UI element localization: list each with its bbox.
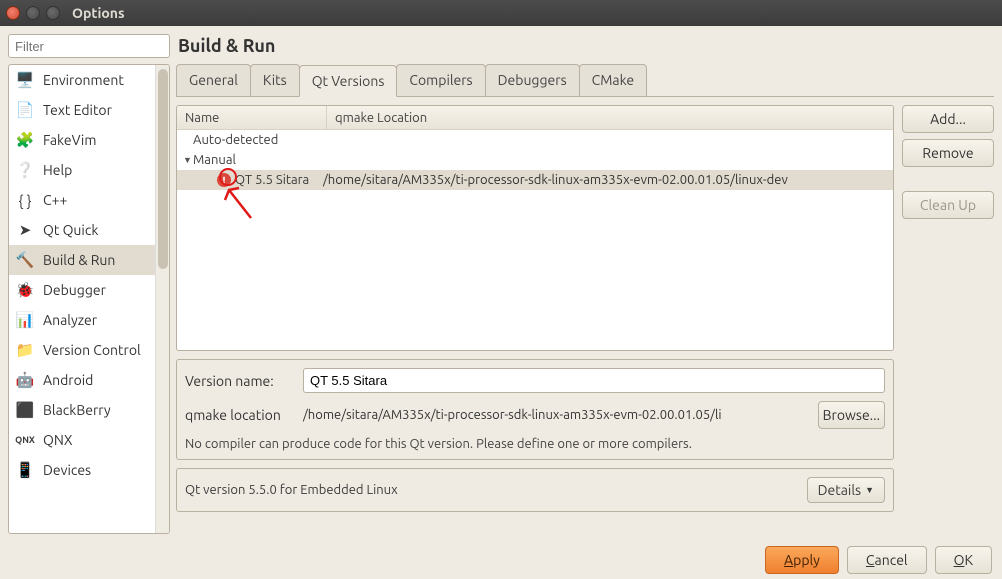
maximize-icon[interactable] <box>46 6 60 20</box>
tree-group-manual[interactable]: ▼ Manual <box>177 150 893 170</box>
sidebar-item-label: Version Control <box>43 342 141 358</box>
browse-button[interactable]: Browse... <box>818 401 885 429</box>
main-panel: Build & Run General Kits Qt Versions Com… <box>176 34 994 534</box>
sidebar-item-environment[interactable]: 🖥️ Environment <box>9 65 169 95</box>
close-icon[interactable] <box>6 6 20 20</box>
version-info-text: Qt version 5.5.0 for Embedded Linux <box>185 483 398 497</box>
sidebar-item-help[interactable]: ❔ Help <box>9 155 169 185</box>
tree-label: Manual <box>193 153 303 167</box>
tab-debuggers[interactable]: Debuggers <box>485 64 580 96</box>
error-icon <box>217 173 231 187</box>
vcs-icon: 📁 <box>15 340 35 360</box>
cursor-icon: ➤ <box>15 220 35 240</box>
sidebar-item-label: Qt Quick <box>43 222 98 238</box>
qmake-location-label: qmake location <box>185 407 295 423</box>
sidebar-item-analyzer[interactable]: 📊 Analyzer <box>9 305 169 335</box>
sidebar-item-label: Debugger <box>43 282 106 298</box>
tab-kits[interactable]: Kits <box>250 64 300 96</box>
sidebar-item-version-control[interactable]: 📁 Version Control <box>9 335 169 365</box>
cancel-button[interactable]: Cancel <box>847 546 927 574</box>
tabbar: General Kits Qt Versions Compilers Debug… <box>176 64 994 97</box>
version-form: Version name: qmake location /home/sitar… <box>176 359 894 460</box>
sidebar-item-cpp[interactable]: { } C++ <box>9 185 169 215</box>
monitor-icon: 🖥️ <box>15 70 35 90</box>
apply-button[interactable]: Apply <box>765 546 839 574</box>
sidebar-item-qtquick[interactable]: ➤ Qt Quick <box>9 215 169 245</box>
tree-item-name: QT 5.5 Sitara <box>235 173 323 187</box>
tab-cmake[interactable]: CMake <box>579 64 648 96</box>
sidebar-item-build-run[interactable]: 🔨 Build & Run <box>9 245 169 275</box>
help-icon: ❔ <box>15 160 35 180</box>
sidebar-item-label: Android <box>43 372 93 388</box>
tree-row-qt-sitara[interactable]: QT 5.5 Sitara /home/sitara/AM335x/ti-pro… <box>177 170 893 190</box>
sidebar-item-text-editor[interactable]: 📄 Text Editor <box>9 95 169 125</box>
chevron-down-icon: ▼ <box>865 485 874 495</box>
sidebar-item-label: Text Editor <box>43 102 112 118</box>
version-name-label: Version name: <box>185 373 295 389</box>
ok-button[interactable]: OK <box>935 546 992 574</box>
sidebar-item-label: FakeVim <box>43 132 96 148</box>
hammer-icon: 🔨 <box>15 250 35 270</box>
compiler-warning: No compiler can produce code for this Qt… <box>185 437 885 451</box>
braces-icon: { } <box>15 190 35 210</box>
tree-item-location: /home/sitara/AM335x/ti-processor-sdk-lin… <box>323 173 893 187</box>
sidebar-item-label: C++ <box>43 192 67 208</box>
col-qmake-location[interactable]: qmake Location <box>327 106 893 129</box>
sidebar-item-android[interactable]: 🤖 Android <box>9 365 169 395</box>
sidebar-item-qnx[interactable]: QNX QNX <box>9 425 169 455</box>
tree-label: Auto-detected <box>193 133 303 147</box>
tab-qt-versions[interactable]: Qt Versions <box>299 65 398 97</box>
add-button[interactable]: Add... <box>902 105 994 133</box>
page-title: Build & Run <box>176 34 994 64</box>
cleanup-button[interactable]: Clean Up <box>902 191 994 219</box>
sidebar-item-label: QNX <box>43 432 72 448</box>
qnx-icon: QNX <box>15 430 35 450</box>
blackberry-icon: ⬛ <box>15 400 35 420</box>
sidebar-item-debugger[interactable]: 🐞 Debugger <box>9 275 169 305</box>
sidebar: 🖥️ Environment 📄 Text Editor 🧩 FakeVim ❔ Hel… <box>8 34 170 534</box>
tab-general[interactable]: General <box>176 64 251 96</box>
remove-button[interactable]: Remove <box>902 139 994 167</box>
chevron-down-icon[interactable]: ▼ <box>183 155 193 165</box>
version-name-input[interactable] <box>303 368 885 393</box>
filter-input[interactable] <box>8 34 170 58</box>
dialog-footer: Apply Cancel OK <box>0 542 1002 578</box>
vim-icon: 🧩 <box>15 130 35 150</box>
qt-versions-tree[interactable]: Name qmake Location Auto-detected ▼ Manu… <box>176 105 894 351</box>
sidebar-item-blackberry[interactable]: ⬛ BlackBerry <box>9 395 169 425</box>
titlebar: Options <box>0 0 1002 26</box>
sidebar-item-label: Build & Run <box>43 252 115 268</box>
col-name[interactable]: Name <box>177 106 327 129</box>
sidebar-item-label: Devices <box>43 462 91 478</box>
window-title: Options <box>72 5 125 21</box>
tab-compilers[interactable]: Compilers <box>396 64 485 96</box>
details-button[interactable]: Details ▼ <box>807 477 885 503</box>
sidebar-item-label: BlackBerry <box>43 402 111 418</box>
sidebar-item-label: Help <box>43 162 72 178</box>
bug-icon: 🐞 <box>15 280 35 300</box>
android-icon: 🤖 <box>15 370 35 390</box>
version-info-panel: Qt version 5.5.0 for Embedded Linux Deta… <box>176 468 894 512</box>
sidebar-item-label: Environment <box>43 72 124 88</box>
sidebar-item-devices[interactable]: 📱 Devices <box>9 455 169 485</box>
document-icon: 📄 <box>15 100 35 120</box>
tree-group-auto[interactable]: Auto-detected <box>177 130 893 150</box>
minimize-icon[interactable] <box>26 6 40 20</box>
qmake-location-value: /home/sitara/AM335x/ti-processor-sdk-lin… <box>303 408 810 422</box>
side-buttons: Add... Remove Clean Up <box>902 105 994 534</box>
tree-header: Name qmake Location <box>177 106 893 130</box>
sidebar-item-fakevim[interactable]: 🧩 FakeVim <box>9 125 169 155</box>
chart-icon: 📊 <box>15 310 35 330</box>
details-label: Details <box>818 482 861 498</box>
sidebar-scrollbar[interactable] <box>155 65 169 533</box>
sidebar-item-label: Analyzer <box>43 312 97 328</box>
device-icon: 📱 <box>15 460 35 480</box>
